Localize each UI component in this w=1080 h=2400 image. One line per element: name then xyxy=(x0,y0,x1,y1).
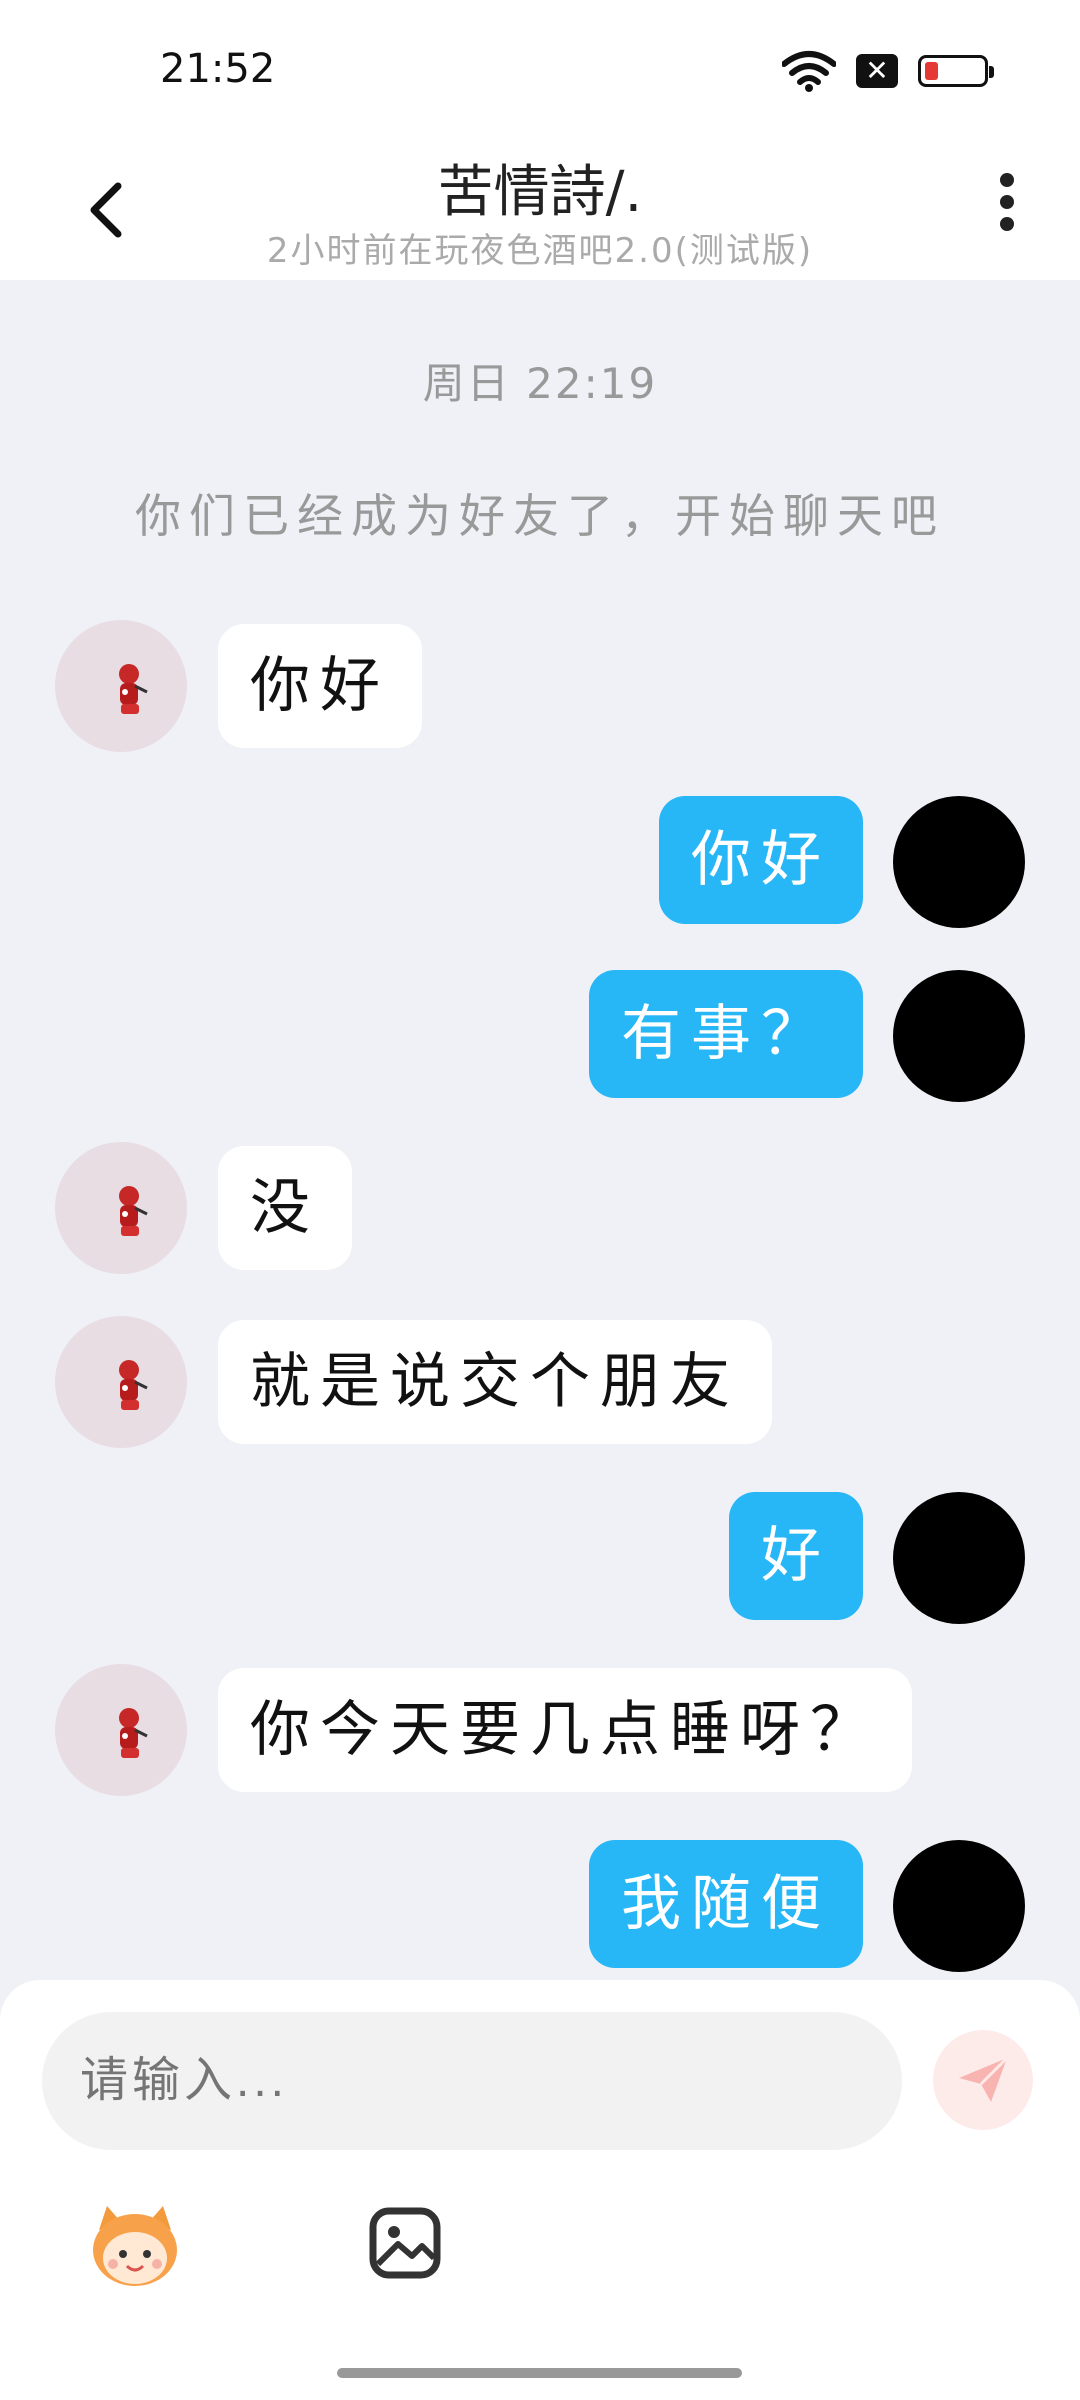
status-icons: ✕ xyxy=(782,50,994,92)
outgoing-message-bubble[interactable]: 我随便 xyxy=(589,1840,863,1968)
chat-header: 苦情詩/. 2小时前在玩夜色酒吧2.0(测试版) xyxy=(0,135,1080,280)
message-row: 就是说交个朋友 xyxy=(0,1316,1080,1456)
character-avatar-icon xyxy=(119,664,148,714)
character-avatar-icon xyxy=(119,1186,148,1236)
message-row: 你今天要几点睡呀？ xyxy=(0,1664,1080,1804)
contact-avatar[interactable] xyxy=(55,1316,187,1448)
message-row: 你好 xyxy=(0,620,1080,760)
contact-avatar[interactable] xyxy=(55,620,187,752)
more-options-icon[interactable] xyxy=(992,165,1022,245)
message-row: 好 xyxy=(0,1492,1080,1632)
paper-plane-icon xyxy=(959,2056,1009,2102)
incoming-message-bubble[interactable]: 你今天要几点睡呀？ xyxy=(218,1668,912,1792)
my-avatar[interactable] xyxy=(893,970,1025,1102)
send-button[interactable] xyxy=(933,2030,1033,2130)
incoming-message-bubble[interactable]: 你好 xyxy=(218,624,422,748)
chat-timestamp: 周日 22:19 xyxy=(422,359,658,408)
incoming-message-bubble[interactable]: 没 xyxy=(218,1146,352,1270)
status-time: 21:52 xyxy=(160,46,276,92)
incoming-message-bubble[interactable]: 就是说交个朋友 xyxy=(218,1320,772,1444)
message-input[interactable] xyxy=(42,2012,902,2150)
outgoing-message-bubble[interactable]: 好 xyxy=(729,1492,863,1620)
composer-panel xyxy=(0,1980,1080,2400)
contact-avatar[interactable] xyxy=(55,1142,187,1274)
my-avatar[interactable] xyxy=(893,1492,1025,1624)
character-avatar-icon xyxy=(119,1360,148,1410)
outgoing-message-bubble[interactable]: 你好 xyxy=(659,796,863,924)
message-row: 没 xyxy=(0,1142,1080,1282)
my-avatar[interactable] xyxy=(893,796,1025,928)
image-icon[interactable] xyxy=(368,2206,442,2280)
message-row: 你好 xyxy=(0,796,1080,936)
emoji-mascot-icon[interactable] xyxy=(85,2200,185,2290)
no-sim-icon: ✕ xyxy=(856,54,898,88)
my-avatar[interactable] xyxy=(893,1840,1025,1972)
contact-status: 2小时前在玩夜色酒吧2.0(测试版) xyxy=(266,231,814,271)
contact-name: 苦情詩/. xyxy=(437,160,643,225)
character-avatar-icon xyxy=(119,1708,148,1758)
home-indicator[interactable] xyxy=(337,2368,742,2378)
contact-avatar[interactable] xyxy=(55,1664,187,1796)
battery-icon xyxy=(918,55,994,87)
outgoing-message-bubble[interactable]: 有事？ xyxy=(589,970,863,1098)
message-row: 有事？ xyxy=(0,970,1080,1110)
wifi-icon xyxy=(782,51,836,92)
message-list[interactable]: 周日 22:19 你们已经成为好友了，开始聊天吧 你好 你好 有事？ 没 就是说… xyxy=(0,280,1080,1980)
status-bar: 21:52 ✕ xyxy=(0,0,1080,135)
system-message: 你们已经成为好友了，开始聊天吧 xyxy=(135,489,945,543)
message-row: 我随便 xyxy=(0,1840,1080,1980)
